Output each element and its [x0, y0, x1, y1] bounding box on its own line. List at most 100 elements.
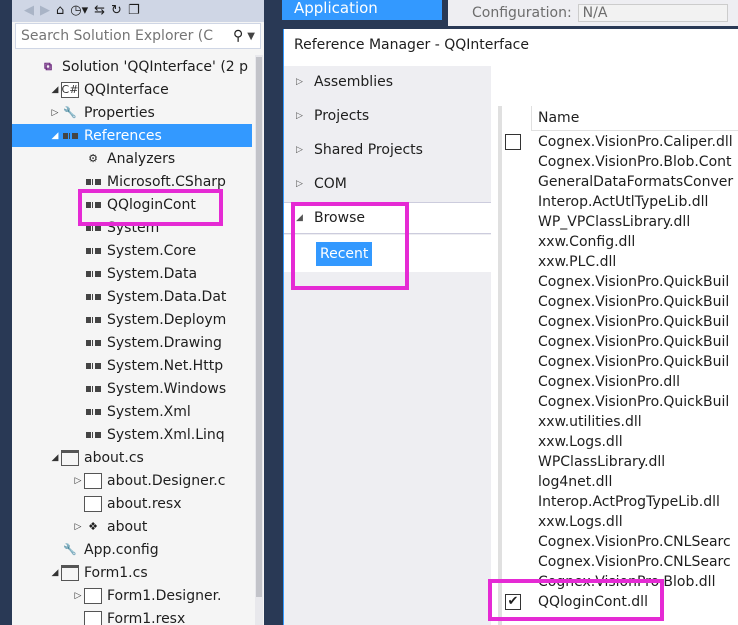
list-item[interactable]: log4net.dll — [498, 472, 738, 492]
reference-name: WPClassLibrary.dll — [538, 454, 666, 470]
list-item[interactable]: WP_VPClassLibrary.dll — [498, 212, 738, 232]
tree-item-label: QQloginCont — [107, 196, 196, 213]
tree-item[interactable]: System.Drawing — [12, 331, 252, 354]
reference-checkbox[interactable]: ✔ — [505, 594, 521, 610]
nav-item-recent[interactable]: Recent — [316, 242, 373, 266]
list-item[interactable]: GeneralDataFormatsConver — [498, 172, 738, 192]
list-item[interactable]: Cognex.VisionPro.dll — [498, 372, 738, 392]
search-input[interactable] — [21, 28, 229, 44]
tree-item[interactable]: System.Xml.Linq — [12, 423, 252, 446]
list-item[interactable]: Cognex.VisionPro.CNLSearc — [498, 532, 738, 552]
tree-item-label: System.Core — [107, 242, 197, 259]
tree-scrollbar[interactable] — [255, 55, 263, 625]
tree-item[interactable]: ⚙ Analyzers — [12, 147, 252, 170]
tree-item[interactable]: System.Deploym — [12, 308, 252, 331]
tree-item[interactable]: ◢ References — [12, 124, 252, 147]
collapse-arrow-icon[interactable]: ◢ — [49, 131, 61, 141]
tree-item[interactable]: System — [12, 216, 252, 239]
list-item[interactable]: Cognex.VisionPro.QuickBuil — [498, 352, 738, 372]
tree-item[interactable]: ▷ 🔧 Properties — [12, 101, 252, 124]
tree-item-label: System.Drawing — [107, 334, 222, 351]
tree-item[interactable]: 🔧 App.config — [12, 538, 252, 561]
tree-item[interactable]: QQloginCont — [12, 193, 252, 216]
collapse-icon[interactable]: ❐ — [128, 1, 140, 21]
tree-item[interactable]: ◢ Form1.cs — [12, 561, 252, 584]
nav-item-browse[interactable]: ◢ Browse — [284, 202, 491, 234]
list-item[interactable]: Cognex.VisionPro.Caliper.dll — [498, 132, 738, 152]
home-icon[interactable]: ⌂ — [56, 1, 64, 21]
nav-item-com[interactable]: ▷ COM — [284, 168, 491, 200]
list-item[interactable]: Cognex.VisionPro.QuickBuil — [498, 272, 738, 292]
tree-item[interactable]: ◢ about.cs — [12, 446, 252, 469]
search-icon[interactable]: ⚲ — [233, 28, 243, 44]
sync-icon[interactable]: ⇆ — [94, 1, 105, 21]
tree-item[interactable]: System.Data.Dat — [12, 285, 252, 308]
nav-item-assemblies[interactable]: ▷ Assemblies — [284, 66, 491, 98]
reference-name: Cognex.VisionPro.CNLSearc — [538, 554, 731, 570]
list-item[interactable]: Cognex.VisionPro.QuickBuil — [498, 292, 738, 312]
tree-item[interactable]: System.Xml — [12, 400, 252, 423]
collapse-arrow-icon[interactable]: ◢ — [49, 85, 61, 95]
tree-item[interactable]: System.Data — [12, 262, 252, 285]
tree-item-label: Microsoft.CSharp — [107, 173, 226, 190]
history-icon[interactable]: ◷▾ — [70, 1, 88, 21]
nav-item-shared-projects[interactable]: ▷ Shared Projects — [284, 134, 491, 166]
list-item[interactable]: Cognex.VisionPro.QuickBuil — [498, 392, 738, 412]
list-item[interactable]: Cognex.VisionPro.QuickBuil — [498, 332, 738, 352]
references-icon — [61, 128, 79, 144]
expand-arrow-icon[interactable]: ▷ — [72, 522, 84, 532]
list-item[interactable]: ✔ QQloginCont.dll — [498, 592, 738, 612]
refresh-icon[interactable]: ↻ — [111, 1, 122, 21]
tree-item[interactable]: Form1.resx — [12, 607, 252, 625]
tree-item[interactable]: System.Net.Http — [12, 354, 252, 377]
tree-item[interactable]: ▷ about.Designer.c — [12, 469, 252, 492]
expand-arrow-icon[interactable]: ▷ — [49, 108, 61, 118]
reference-icon — [84, 174, 102, 190]
collapse-arrow-icon[interactable]: ◢ — [49, 568, 61, 578]
list-item[interactable]: xxw.Logs.dll — [498, 512, 738, 532]
column-header-name[interactable]: Name — [531, 106, 738, 131]
list-item[interactable]: Cognex.VisionPro.CNLSearc — [498, 552, 738, 572]
tree-item[interactable]: ▷ Form1.Designer. — [12, 584, 252, 607]
tree-item[interactable]: System.Core — [12, 239, 252, 262]
list-item[interactable]: Cognex.VisionPro.QuickBuil — [498, 312, 738, 332]
tree-item[interactable]: ◢ C# QQInterface — [12, 78, 252, 101]
tree-item[interactable]: Microsoft.CSharp — [12, 170, 252, 193]
expand-arrow-icon: ▷ — [296, 145, 303, 155]
list-item[interactable]: xxw.utilities.dll — [498, 412, 738, 432]
tree-item-label: Solution 'QQInterface' (2 p — [62, 58, 249, 75]
tree-item[interactable]: about.resx — [12, 492, 252, 515]
expand-arrow-icon[interactable]: ▷ — [72, 476, 84, 486]
forward-icon[interactable]: ▶ — [40, 1, 50, 21]
list-item[interactable]: Cognex.VisionPro.Blob.Cont — [498, 152, 738, 172]
tree-item[interactable]: ⧉ Solution 'QQInterface' (2 p — [12, 55, 252, 78]
list-item[interactable]: Interop.ActUtlTypeLib.dll — [498, 192, 738, 212]
list-item[interactable]: xxw.PLC.dll — [498, 252, 738, 272]
reference-checkbox[interactable] — [505, 134, 521, 150]
back-icon[interactable]: ◀ — [24, 1, 34, 21]
tree-item-label: Form1.Designer. — [107, 587, 222, 604]
reference-name: Cognex.VisionPro.QuickBuil — [538, 294, 730, 310]
reference-name: QQloginCont.dll — [538, 594, 648, 610]
list-item[interactable]: Cognex.VisionPro.Blob.dll — [498, 572, 738, 592]
list-item[interactable]: xxw.Config.dll — [498, 232, 738, 252]
reference-name: Cognex.VisionPro.dll — [538, 374, 681, 390]
solution-explorer-search[interactable]: ⚲ ▼ — [15, 23, 261, 49]
collapse-arrow-icon[interactable]: ◢ — [49, 453, 61, 463]
nav-item-projects[interactable]: ▷ Projects — [284, 100, 491, 132]
tree-item-label: System.Windows — [107, 380, 227, 397]
tree-item[interactable]: System.Windows — [12, 377, 252, 400]
tree-item-label: Form1.resx — [107, 610, 186, 625]
tree-item[interactable]: ▷ ❖ about — [12, 515, 252, 538]
configuration-select[interactable]: N/A — [577, 4, 728, 22]
list-item[interactable]: Interop.ActProgTypeLib.dll — [498, 492, 738, 512]
expand-arrow-icon[interactable]: ▷ — [72, 591, 84, 601]
tab-application[interactable]: Application — [282, 0, 442, 20]
reference-name: Cognex.VisionPro.Blob.Cont — [538, 154, 732, 170]
list-item[interactable]: WPClassLibrary.dll — [498, 452, 738, 472]
chevron-down-icon[interactable]: ▼ — [247, 31, 255, 42]
scrollbar-thumb[interactable] — [256, 57, 262, 597]
browse-sub-panel: Recent — [284, 235, 491, 272]
tree-item-label: App.config — [84, 541, 159, 558]
list-item[interactable]: xxw.Logs.dll — [498, 432, 738, 452]
